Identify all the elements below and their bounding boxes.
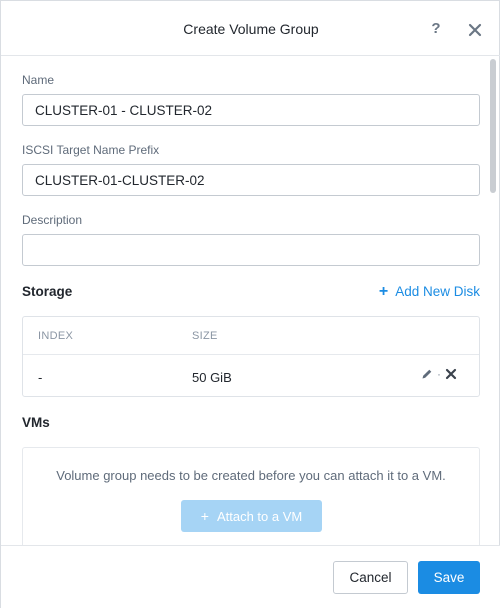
- description-label: Description: [22, 213, 83, 227]
- description-input[interactable]: [22, 234, 480, 266]
- iscsi-prefix-input[interactable]: [22, 164, 480, 196]
- column-header-index: INDEX: [38, 330, 74, 342]
- add-new-disk-link[interactable]: + Add New Disk: [379, 283, 480, 301]
- storage-table-header: INDEX SIZE: [23, 317, 479, 355]
- storage-table: INDEX SIZE - 50 GiB ·: [22, 316, 480, 397]
- vms-info-message: Volume group needs to be created before …: [56, 468, 446, 483]
- name-label: Name: [22, 73, 55, 87]
- dialog-header: Create Volume Group ?: [1, 1, 500, 56]
- delete-icon[interactable]: [444, 367, 458, 381]
- dialog-body: Name ISCSI Target Name Prefix Descriptio…: [1, 57, 500, 545]
- create-volume-group-dialog: Create Volume Group ? Name ISCSI Target …: [0, 0, 500, 608]
- name-input[interactable]: [22, 94, 480, 126]
- attach-to-vm-button[interactable]: + Attach to a VM: [181, 500, 322, 532]
- column-header-size: SIZE: [192, 330, 218, 342]
- disk-size-cell: 50 GiB: [192, 370, 232, 385]
- dialog-footer: Cancel Save: [1, 545, 500, 608]
- disk-index-cell: -: [38, 370, 43, 385]
- help-button[interactable]: ?: [429, 20, 443, 37]
- close-icon[interactable]: [468, 23, 482, 37]
- plus-icon: +: [200, 508, 209, 524]
- vms-section-title: VMs: [22, 415, 50, 430]
- actions-separator: ·: [437, 367, 441, 381]
- vms-panel: Volume group needs to be created before …: [22, 447, 480, 545]
- scrollbar-thumb[interactable]: [490, 59, 496, 193]
- dialog-title: Create Volume Group: [183, 21, 319, 37]
- attach-to-vm-label: Attach to a VM: [216, 509, 303, 524]
- storage-section-title: Storage: [22, 284, 73, 299]
- save-button[interactable]: Save: [418, 561, 480, 594]
- add-new-disk-label: Add New Disk: [395, 284, 480, 299]
- plus-icon: +: [378, 283, 389, 300]
- edit-pencil-icon[interactable]: [420, 367, 434, 381]
- row-actions: ·: [420, 366, 458, 382]
- cancel-button[interactable]: Cancel: [333, 561, 408, 594]
- iscsi-prefix-label: ISCSI Target Name Prefix: [22, 143, 160, 157]
